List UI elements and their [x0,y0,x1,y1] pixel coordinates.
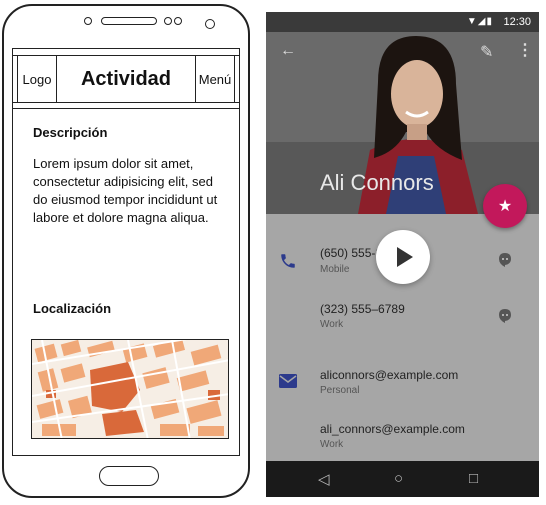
speaker-grille [101,17,157,25]
phone-label-mobile: Mobile [320,264,350,275]
status-bar: ▼◢▮ 12:30 [266,12,539,32]
message-bubble-icon[interactable] [498,308,512,324]
wireframe-screen: Logo Actividad Menú Descripción Lorem ip… [12,48,240,456]
email-personal[interactable]: aliconnors@example.com [320,368,458,382]
back-triangle-icon[interactable]: ◁ [318,470,330,488]
system-nav-bar: ◁ ○ □ [266,461,539,497]
home-button[interactable] [99,466,159,486]
contact-name: Ali Connors [320,170,434,195]
home-circle-icon[interactable]: ○ [394,470,403,487]
sensor-dot [164,17,172,25]
overflow-menu-icon[interactable]: ⋮ [517,40,533,60]
menu-button[interactable]: Menú [195,55,235,103]
signal-wifi-battery-icon: ▼◢▮ [466,16,493,27]
favorite-star-button[interactable]: ★ [483,184,527,228]
message-bubble-icon[interactable] [498,252,512,268]
phone-icon [281,254,295,268]
description-text: Lorem ipsum dolor sit amet, consectetur … [33,156,218,225]
edit-pencil-icon[interactable]: ✎ [480,42,493,62]
description-heading: Descripción [33,125,108,140]
star-icon: ★ [497,198,513,215]
wireframe-top-bar: Logo Actividad Menú [13,49,239,109]
sensor-dot [84,17,92,25]
email-label-personal: Personal [320,385,360,396]
location-heading: Localización [33,301,112,316]
email-label-work: Work [320,439,344,450]
phone-label-work: Work [320,319,344,330]
map-image [32,340,228,438]
status-time: 12:30 [503,16,531,28]
back-arrow-icon[interactable]: ← [280,42,296,60]
camera-icon [205,19,215,29]
logo-placeholder[interactable]: Logo [17,55,57,103]
recents-square-icon[interactable]: □ [469,470,478,487]
sensor-dot [174,17,182,25]
page-title: Actividad [80,67,172,90]
play-button[interactable] [376,230,430,284]
phone-number-work[interactable]: (323) 555–6789 [320,302,405,316]
email-work[interactable]: ali_connors@example.com [320,422,465,436]
contact-app-screen: ▼◢▮ 12:30 ← ✎ ⋮ Ali Connors ★ (650) 555-… [266,12,539,497]
wireframe-phone: Logo Actividad Menú Descripción Lorem ip… [2,4,250,498]
location-map[interactable] [31,339,229,439]
email-icon [279,374,297,388]
